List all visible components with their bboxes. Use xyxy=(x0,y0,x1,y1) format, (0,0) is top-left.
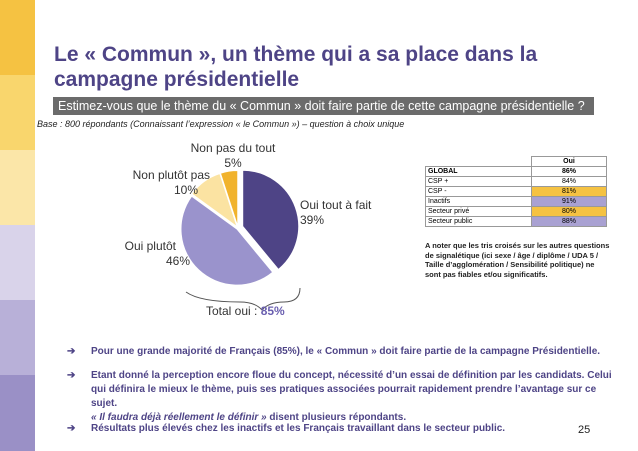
arrow-right-icon: ➔ xyxy=(67,370,76,381)
crosstab-row-value: 81% xyxy=(531,186,607,197)
crosstab-row-label: GLOBAL xyxy=(425,166,532,177)
bullet-text: Etant donné la perception encore floue d… xyxy=(91,370,612,409)
crosstab-header-row: Oui xyxy=(426,156,607,167)
slice-value: 10% xyxy=(173,183,198,197)
slice-value: 46% xyxy=(165,254,190,268)
crosstab-corner xyxy=(426,157,532,167)
slice-name: Non pas du tout xyxy=(190,141,276,155)
crosstab-note: A noter que les tris croisés sur les aut… xyxy=(425,241,610,279)
bullet-text-block: Etant donné la perception encore floue d… xyxy=(91,369,621,425)
crosstab-row: Inactifs 91% xyxy=(425,196,607,207)
crosstab-row-value: 86% xyxy=(531,166,607,177)
total-text: Total oui : xyxy=(206,304,261,318)
bullet-text: Résultats plus élevés chez les inactifs … xyxy=(91,423,506,434)
crosstab-row-label: CSP - xyxy=(425,186,532,197)
slice-name: Non plutôt pas xyxy=(132,168,210,182)
total-value: 85% xyxy=(260,304,285,318)
slice-label-oui-plutot: Oui plutôt 46% xyxy=(110,239,190,269)
slice-label-oui-tout-a-fait: Oui tout à fait 39% xyxy=(300,198,371,228)
crosstab-row: Secteur privé 80% xyxy=(425,206,607,217)
crosstab-row: Secteur public 88% xyxy=(425,216,607,227)
slice-label-non-plutot-pas: Non plutôt pas 10% xyxy=(120,168,210,198)
total-oui-label: Total oui : 85% xyxy=(206,304,285,318)
crosstab-row: CSP -81% xyxy=(425,186,607,197)
slice-name: Oui plutôt xyxy=(124,239,176,253)
crosstab-row-value: 84% xyxy=(531,176,607,187)
arrow-right-icon: ➔ xyxy=(67,423,76,434)
crosstab-row-value: 80% xyxy=(531,206,607,217)
page-number: 25 xyxy=(578,424,591,436)
crosstab-header: Oui xyxy=(531,156,607,167)
crosstab-row-value: 91% xyxy=(531,196,607,207)
crosstab-row: GLOBAL 86% xyxy=(425,166,607,177)
arrow-right-icon: ➔ xyxy=(67,346,76,357)
slice-value: 39% xyxy=(300,213,325,227)
slice-name: Oui tout à fait xyxy=(300,198,372,212)
bullet-text: Pour une grande majorité de Français (85… xyxy=(91,346,601,357)
crosstab-row-label: Secteur public xyxy=(425,216,532,227)
slice-label-non-pas-du-tout: Non pas du tout 5% xyxy=(188,141,278,171)
crosstab-row-label: Secteur privé xyxy=(425,206,532,217)
crosstab-table: Oui GLOBAL 86% CSP +84% CSP -81% Inactifs 91%… xyxy=(425,156,607,227)
crosstab-row-label: Inactifs xyxy=(425,196,532,207)
crosstab-row: CSP +84% xyxy=(425,176,607,187)
crosstab-row-label: CSP + xyxy=(425,176,532,187)
crosstab-row-value: 88% xyxy=(531,216,607,227)
